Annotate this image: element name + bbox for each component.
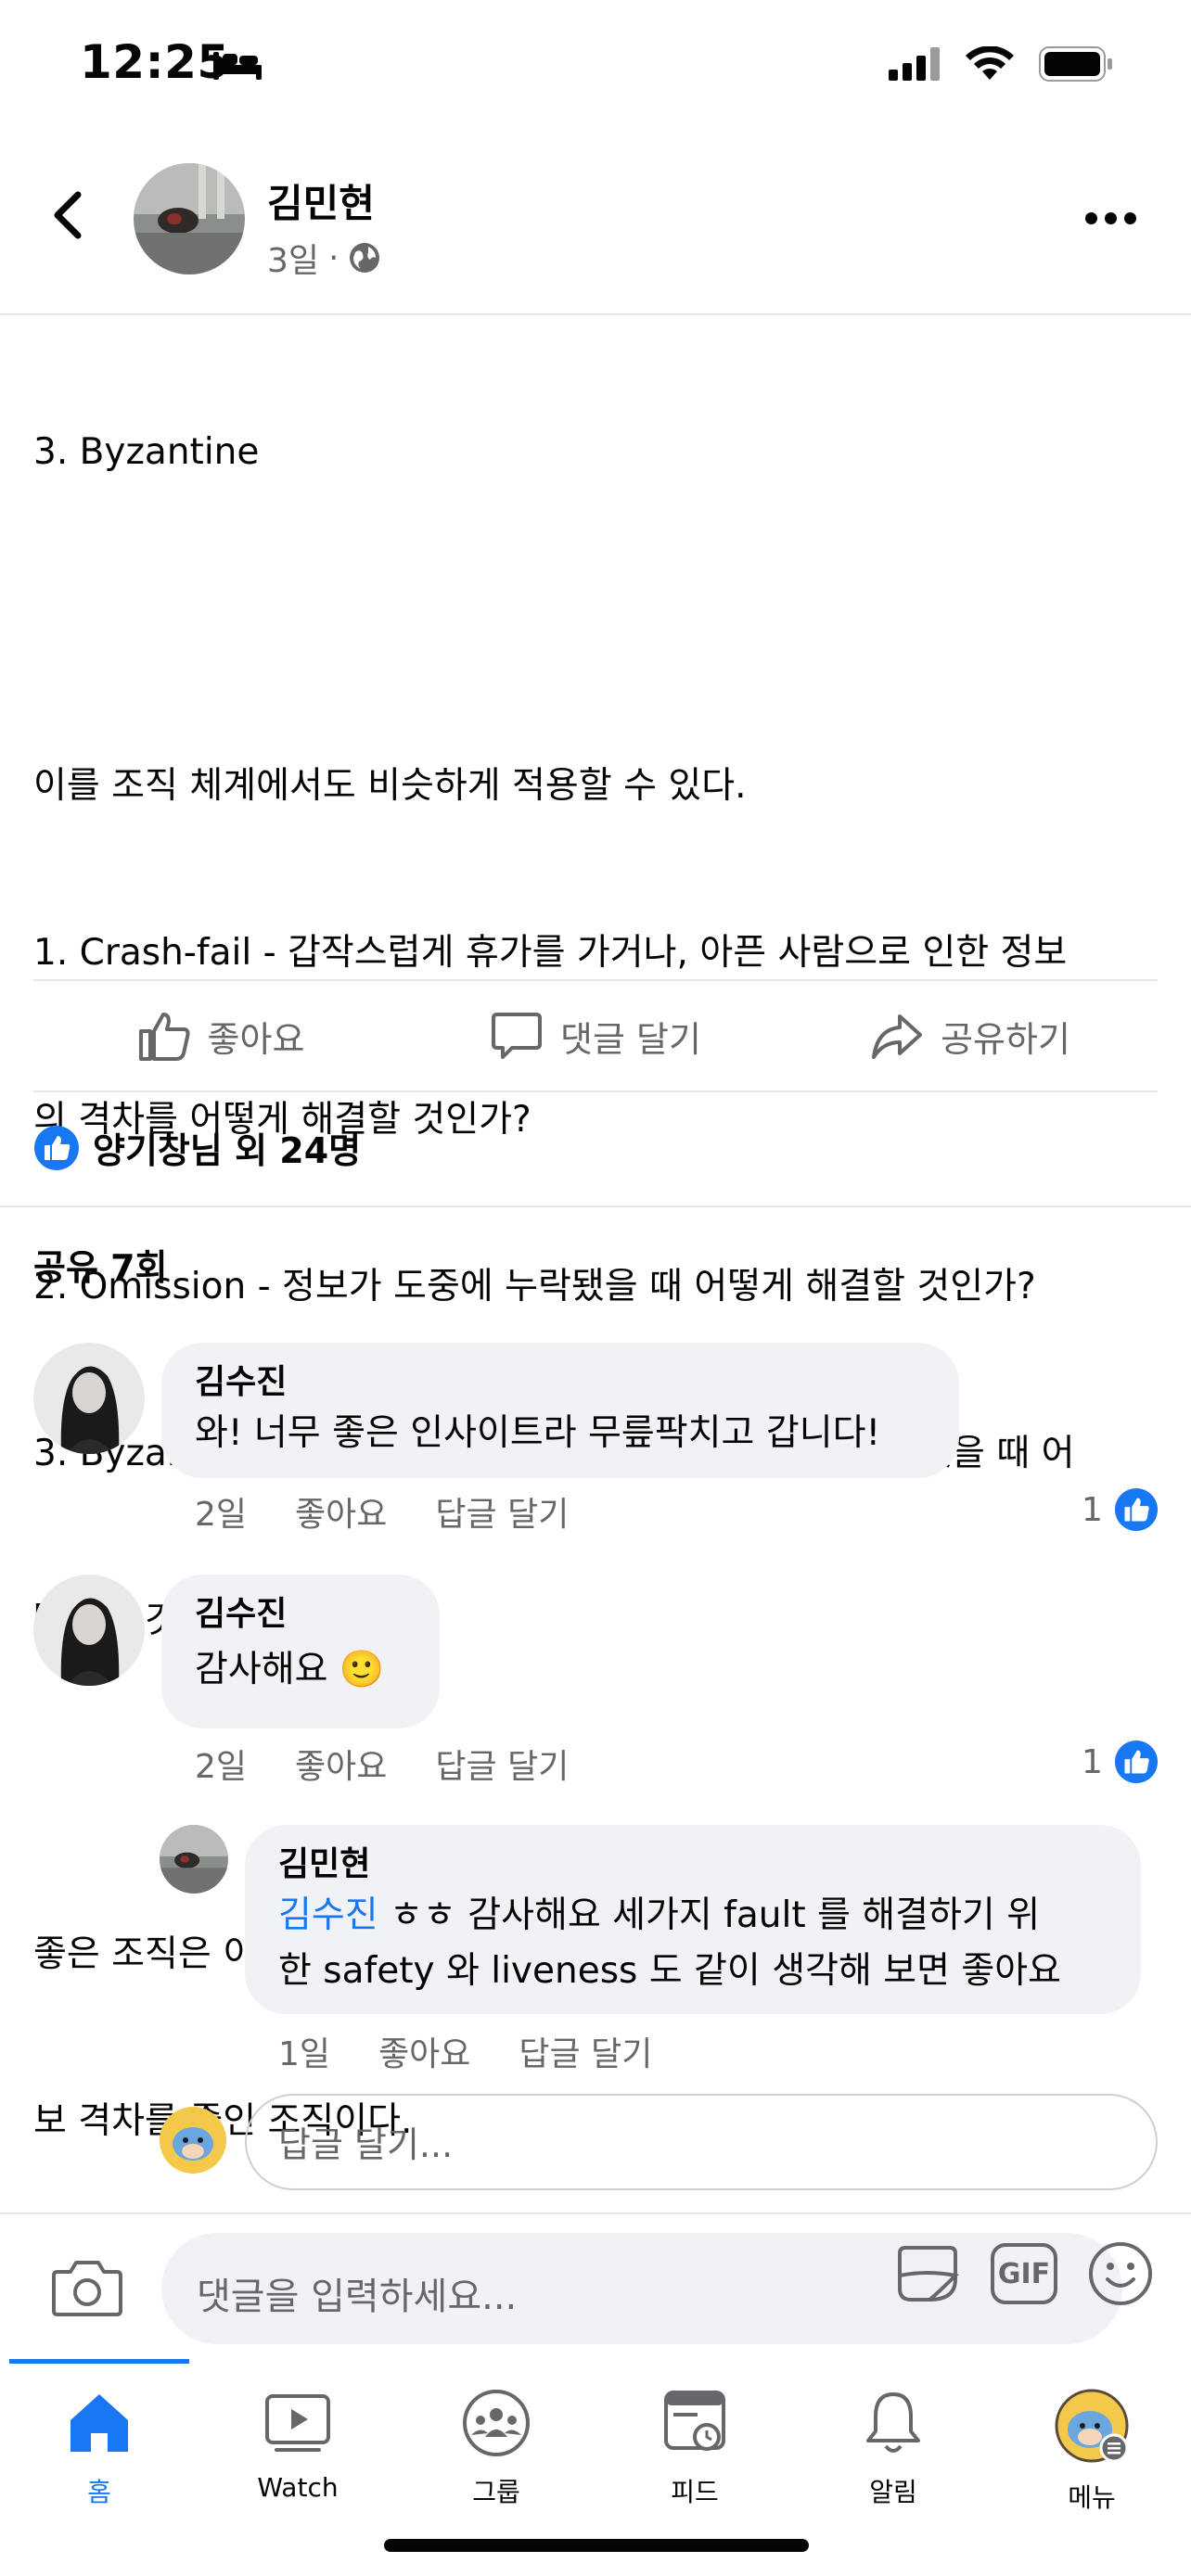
nav-home[interactable]: 홈 xyxy=(0,2387,198,2509)
comment-author[interactable]: 김수진 xyxy=(195,1591,408,1638)
post-meta: 3일 · xyxy=(267,234,381,282)
home-indicator xyxy=(384,2539,809,2552)
post-action-bar: 좋아요 댓글 달기 공유하기 xyxy=(33,979,1158,1092)
camera-icon xyxy=(52,2261,122,2316)
comment-like-button[interactable]: 좋아요 xyxy=(295,1487,387,1536)
battery-icon xyxy=(1039,46,1112,82)
reactions-summary[interactable]: 양기창님 외 24명 xyxy=(33,1122,361,1173)
sleep-mode-icon xyxy=(211,48,263,85)
comment-meta: 2일 좋아요 답글 달기 xyxy=(195,1487,569,1536)
post-header: 김민현 3일 · xyxy=(0,139,1191,315)
share-count[interactable]: 공유 7회 xyxy=(33,1239,168,1290)
globe-icon xyxy=(350,243,380,273)
commenter-avatar[interactable] xyxy=(33,1575,145,1686)
comment-icon xyxy=(492,1013,543,1059)
like-label: 좋아요 xyxy=(207,1018,305,1060)
comment-reply-button[interactable]: 답글 달기 xyxy=(435,1740,569,1788)
reply-author[interactable]: 김민현 xyxy=(278,1842,1109,1888)
reply-reply-button[interactable]: 답글 달기 xyxy=(519,2027,652,2075)
share-button[interactable]: 공유하기 xyxy=(783,1009,1158,1063)
like-reaction-icon xyxy=(1114,1487,1158,1532)
bell-icon xyxy=(866,2392,920,2453)
sticker-icon[interactable] xyxy=(892,2238,963,2309)
emoji-icon[interactable] xyxy=(1085,2238,1156,2309)
camera-button[interactable] xyxy=(52,2257,122,2322)
share-label: 공유하기 xyxy=(941,1018,1070,1060)
comment-composer: 댓글을 입력하세요... GIF xyxy=(0,2213,1191,2361)
divider xyxy=(0,1205,1191,1207)
reply-input[interactable]: 답글 달기... xyxy=(245,2094,1158,2190)
active-tab-indicator xyxy=(9,2359,189,2364)
my-avatar xyxy=(160,2107,226,2174)
wifi-icon xyxy=(966,46,1014,80)
replier-avatar[interactable] xyxy=(160,1825,228,1894)
chevron-left-icon xyxy=(54,191,82,239)
more-options-button[interactable] xyxy=(1085,204,1141,232)
comment-age: 2일 xyxy=(195,1748,248,1786)
reactions-text: 양기창님 외 24명 xyxy=(93,1130,362,1171)
comment-bubble[interactable]: 김수진 감사해요 🙂 xyxy=(161,1575,440,1728)
post-line: 이를 조직 체계에서도 비슷하게 적용할 수 있다. xyxy=(33,765,747,807)
post-line: 3. Byzantine xyxy=(33,431,260,473)
post-line: 1. Crash-fail - 갑작스럽게 휴가를 가거나, 아픈 사람으로 인… xyxy=(33,932,1068,974)
feeds-icon xyxy=(664,2391,725,2451)
watch-icon xyxy=(265,2394,330,2452)
like-reaction-icon xyxy=(1114,1740,1158,1784)
like-button[interactable]: 좋아요 xyxy=(33,1009,408,1063)
nav-notifications[interactable]: 알림 xyxy=(794,2387,992,2509)
comment-reply-button[interactable]: 답글 달기 xyxy=(435,1487,569,1536)
comment-label: 댓글 달기 xyxy=(560,1018,701,1060)
nav-feeds[interactable]: 피드 xyxy=(596,2387,794,2509)
reply-bubble[interactable]: 김민현 김수진 ㅎㅎ 감사해요 세가지 fault 를 해결하기 위 한 saf… xyxy=(245,1825,1141,2014)
back-button[interactable] xyxy=(41,187,96,243)
signal-icon xyxy=(889,47,940,81)
comment-meta: 2일 좋아요 답글 달기 xyxy=(195,1740,569,1788)
menu-avatar-icon xyxy=(1055,2389,1129,2463)
share-icon xyxy=(872,1014,923,1059)
reply-text-line: 김수진 ㅎㅎ 감사해요 세가지 fault 를 해결하기 위 xyxy=(278,1894,1041,1936)
nav-watch[interactable]: Watch xyxy=(198,2387,397,2503)
post-age: 3일 xyxy=(267,242,320,280)
comment-text: 와! 너무 좋은 인사이트라 무릎팍치고 갑니다! xyxy=(195,1412,881,1454)
status-icons xyxy=(889,46,1113,82)
comment-author[interactable]: 김수진 xyxy=(195,1359,928,1406)
comment-like-button[interactable]: 좋아요 xyxy=(295,1740,387,1788)
gif-button[interactable]: GIF xyxy=(991,2243,1057,2304)
nav-groups[interactable]: 그룹 xyxy=(397,2387,596,2509)
comment-button[interactable]: 댓글 달기 xyxy=(408,1009,783,1063)
comment-like-count[interactable]: 1 xyxy=(1082,1487,1159,1532)
commenter-avatar[interactable] xyxy=(33,1343,145,1454)
reply-meta: 1일 좋아요 답글 달기 xyxy=(278,2027,652,2075)
reply-text-line: 한 safety 와 liveness 도 같이 생각해 보면 좋아요 xyxy=(278,1950,1062,1992)
status-time: 12:25 xyxy=(80,35,230,89)
comment-bubble[interactable]: 김수진 와! 너무 좋은 인사이트라 무릎팍치고 갑니다! xyxy=(161,1343,959,1478)
thumbs-up-icon xyxy=(138,1013,190,1061)
author-avatar[interactable] xyxy=(134,163,245,274)
status-bar: 12:25 xyxy=(0,0,1191,139)
post-line: 2. Omission - 정보가 도중에 누락됐을 때 어떻게 해결할 것인가… xyxy=(33,1266,1036,1307)
reply-like-button[interactable]: 좋아요 xyxy=(378,2027,470,2075)
comment-age: 2일 xyxy=(195,1496,248,1534)
mention-link[interactable]: 김수진 xyxy=(278,1894,378,1936)
home-icon xyxy=(70,2394,128,2452)
like-reaction-icon xyxy=(34,1125,79,1170)
comment-text: 감사해요 🙂 xyxy=(195,1649,385,1690)
groups-icon xyxy=(463,2390,530,2456)
composer-tools: GIF xyxy=(892,2238,1156,2309)
comment-like-count[interactable]: 1 xyxy=(1082,1740,1159,1784)
author-name[interactable]: 김민현 xyxy=(267,172,375,229)
reply-age: 1일 xyxy=(278,2035,331,2073)
nav-menu[interactable]: 메뉴 xyxy=(992,2387,1191,2515)
